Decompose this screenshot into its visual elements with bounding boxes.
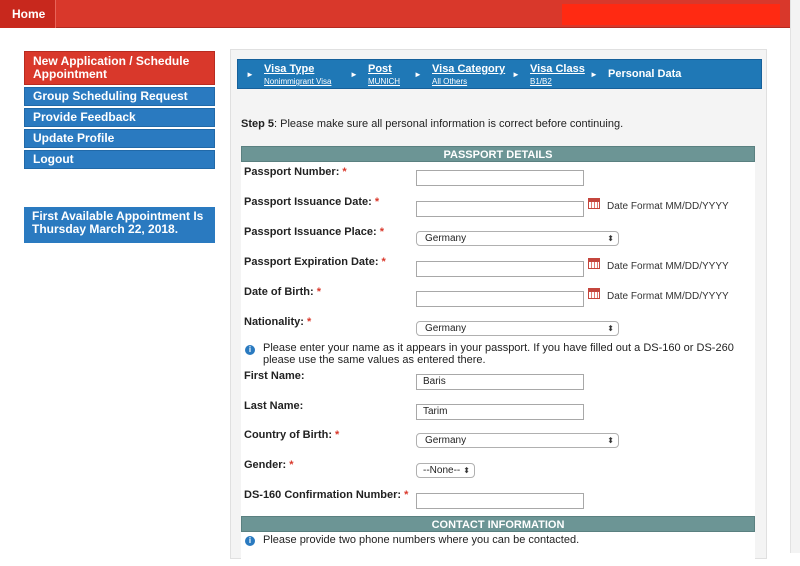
breadcrumb-sub[interactable]: B1/B2 <box>530 77 552 86</box>
nationality-select[interactable]: Germany ⬍ <box>416 321 619 336</box>
first-available-notice: First Available Appointment Is Thursday … <box>24 207 215 243</box>
breadcrumb-title[interactable]: Post <box>368 63 392 75</box>
breadcrumb-title[interactable]: Visa Type <box>264 63 314 75</box>
step-instruction: Step 5: Please make sure all personal in… <box>241 118 623 130</box>
ds160-confirmation-label: DS-160 Confirmation Number: * <box>244 489 409 501</box>
gender-select[interactable]: --None-- ⬍ <box>416 463 475 478</box>
redacted-block <box>562 4 780 25</box>
required-mark: * <box>306 316 312 328</box>
last-name-label: Last Name: <box>244 400 304 412</box>
required-mark: * <box>379 226 385 238</box>
last-name-input[interactable]: Tarim <box>416 404 584 420</box>
sidebar-item-logout[interactable]: Logout <box>24 150 215 169</box>
breadcrumb-title[interactable]: Visa Category <box>432 63 505 75</box>
name-info-text: Please enter your name as it appears in … <box>263 342 734 366</box>
sidebar-item-group-scheduling[interactable]: Group Scheduling Request <box>24 87 215 106</box>
first-name-label: First Name: <box>244 370 305 382</box>
required-mark: * <box>381 256 386 268</box>
passport-issuance-place-select[interactable]: Germany ⬍ <box>416 231 619 246</box>
select-arrows-icon: ⬍ <box>607 234 614 243</box>
info-icon: i <box>245 536 255 546</box>
passport-issuance-date-input[interactable] <box>416 201 584 217</box>
passport-number-input[interactable] <box>416 170 584 186</box>
date-of-birth-input[interactable] <box>416 291 584 307</box>
scrollbar[interactable] <box>790 0 800 553</box>
chevron-right-icon: ► <box>350 70 358 79</box>
breadcrumb-sub[interactable]: Nonimmigrant Visa <box>264 77 331 86</box>
passport-issuance-place-label: Passport Issuance Place: * <box>244 226 385 238</box>
required-mark: * <box>316 286 322 298</box>
chevron-right-icon: ► <box>414 70 422 79</box>
main-panel: ► Visa Type Nonimmigrant Visa ► Post MUN… <box>230 49 767 566</box>
breadcrumb-current: Personal Data <box>608 68 682 80</box>
passport-issuance-date-label: Passport Issuance Date: * <box>244 196 380 208</box>
chevron-right-icon: ► <box>246 70 254 79</box>
select-arrows-icon: ⬍ <box>463 466 470 475</box>
passport-number-label: Passport Number: * <box>244 166 347 178</box>
calendar-icon[interactable] <box>588 288 600 299</box>
required-mark: * <box>335 429 340 441</box>
passport-expiration-date-label: Passport Expiration Date: * <box>244 256 386 268</box>
contact-info-text: Please provide two phone numbers where y… <box>263 534 580 546</box>
select-arrows-icon: ⬍ <box>607 324 614 333</box>
breadcrumb-title[interactable]: Visa Class <box>530 63 585 75</box>
sidebar-item-new-application[interactable]: New Application / Schedule Appointment <box>24 51 215 85</box>
sidebar: New Application / Schedule Appointment G… <box>24 51 215 171</box>
step-text: : Please make sure all personal informat… <box>274 118 624 130</box>
home-link[interactable]: Home <box>0 0 56 28</box>
calendar-icon[interactable] <box>588 258 600 269</box>
date-format-hint: Date Format MM/DD/YYYY <box>607 261 729 272</box>
breadcrumb: ► Visa Type Nonimmigrant Visa ► Post MUN… <box>237 59 762 89</box>
sidebar-item-provide-feedback[interactable]: Provide Feedback <box>24 108 215 127</box>
date-of-birth-label: Date of Birth: * <box>244 286 322 298</box>
required-mark: * <box>374 196 380 208</box>
nationality-label: Nationality: * <box>244 316 312 328</box>
country-of-birth-select[interactable]: Germany ⬍ <box>416 433 619 448</box>
step-number: Step 5 <box>241 118 275 130</box>
date-format-hint: Date Format MM/DD/YYYY <box>607 291 729 302</box>
required-mark: * <box>342 166 347 178</box>
top-bar: Home <box>0 0 790 28</box>
breadcrumb-sub[interactable]: All Others <box>432 77 467 86</box>
info-icon: i <box>245 345 255 355</box>
personal-data-form: PASSPORT DETAILS Passport Number: * Pass… <box>241 146 755 566</box>
section-header-contact: CONTACT INFORMATION <box>241 516 755 532</box>
ds160-confirmation-input[interactable] <box>416 493 584 509</box>
calendar-icon[interactable] <box>588 198 600 209</box>
required-mark: * <box>404 489 409 501</box>
first-name-input[interactable]: Baris <box>416 374 584 390</box>
select-arrows-icon: ⬍ <box>607 436 614 445</box>
date-format-hint: Date Format MM/DD/YYYY <box>607 201 729 212</box>
country-of-birth-label: Country of Birth: * <box>244 429 340 441</box>
sidebar-item-update-profile[interactable]: Update Profile <box>24 129 215 148</box>
chevron-right-icon: ► <box>512 70 520 79</box>
chevron-right-icon: ► <box>590 70 598 79</box>
passport-expiration-date-input[interactable] <box>416 261 584 277</box>
required-mark: * <box>289 459 294 471</box>
gender-label: Gender: * <box>244 459 294 471</box>
section-header-passport: PASSPORT DETAILS <box>241 146 755 162</box>
breadcrumb-sub[interactable]: MUNICH <box>368 77 400 86</box>
